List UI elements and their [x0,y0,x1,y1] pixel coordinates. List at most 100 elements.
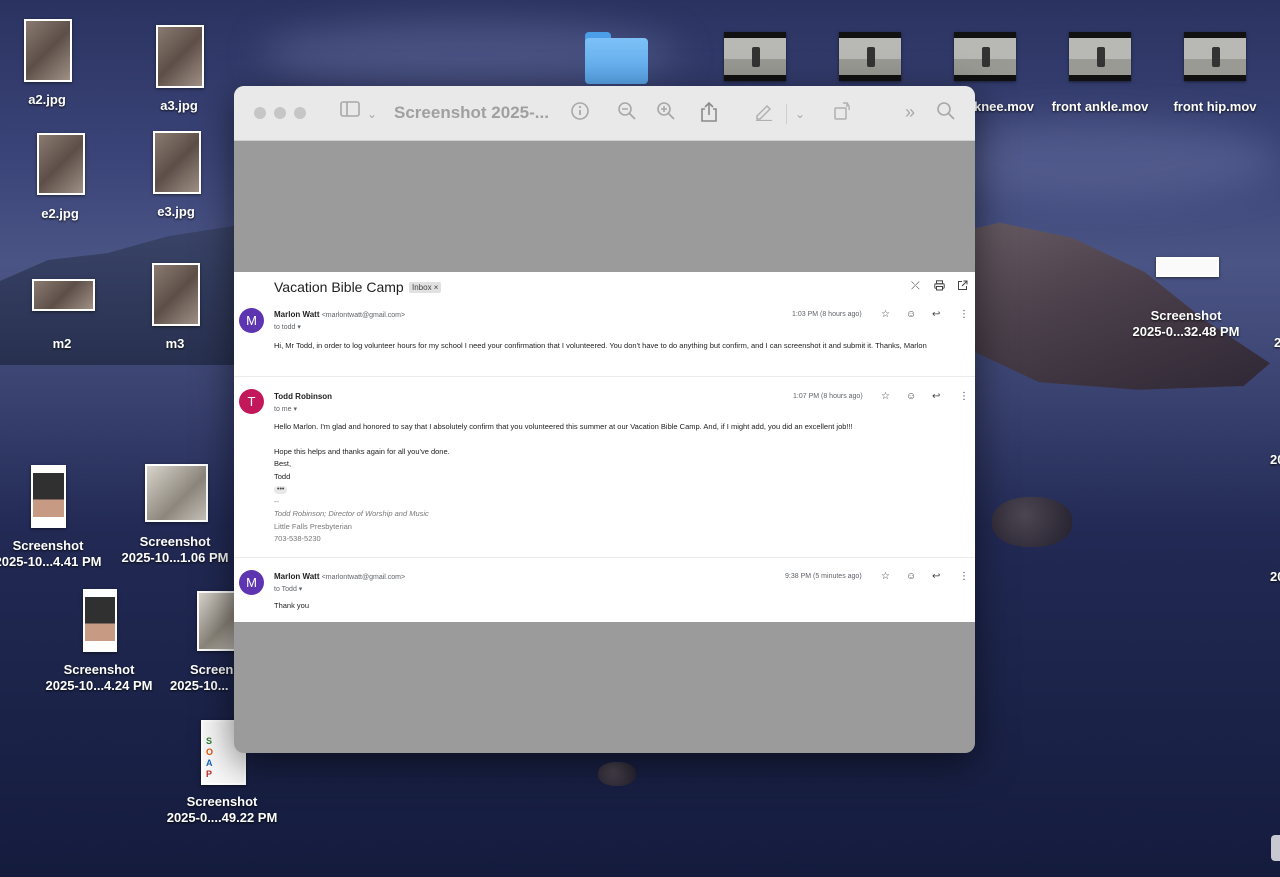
message-divider [234,557,975,558]
preview-window[interactable]: ⌄ Screenshot 2025-... ⌄ » Vacation Bible… [234,86,975,753]
email-document: Vacation Bible Camp Inbox × ⤫ M Marlon W… [234,272,975,622]
zoom-in-icon[interactable] [656,101,676,127]
sender-display-name: Marlon Watt [274,572,320,581]
recipient-dropdown[interactable]: to todd ▾ [274,323,301,331]
video-thumbnail-front-hip[interactable] [1184,32,1246,81]
emoji-reaction-icon[interactable]: ☺ [906,309,916,320]
avatar[interactable]: M [239,308,264,333]
desktop-icon-label-a2[interactable]: a2.jpg [28,92,66,108]
label-line: 2025-10...4.24 PM [45,678,153,693]
label-line: 2025-10... [170,678,229,693]
desktop-icon-label-a3[interactable]: a3.jpg [160,98,198,114]
markup-pen-icon[interactable] [754,101,774,127]
desktop-icon-label-m3[interactable]: m3 [166,336,185,352]
signature-phone: 703-538-5230 [274,534,321,543]
recipient-dropdown[interactable]: to me ▾ [274,405,297,413]
image-thumbnail-screenshot[interactable] [83,589,117,652]
desktop-icon-label-front-ankle[interactable]: front ankle.mov [1052,99,1149,115]
zoom-button[interactable] [294,107,306,119]
desktop-icon-label-screenshot[interactable]: Screenshot 2025-10...4.24 PM [46,662,153,694]
folder-icon[interactable] [585,32,648,84]
desktop-icon-label-screenshot[interactable]: Screenshot 2025-0...32.48 PM [1133,308,1240,340]
show-trimmed-content-button[interactable]: ••• [274,486,288,494]
desktop-edge-widget[interactable] [1271,835,1280,861]
message-timestamp: 9:38 PM (5 minutes ago) [785,573,862,580]
close-button[interactable] [254,107,266,119]
more-options-icon[interactable]: ⋮ [959,309,969,320]
collapse-all-icon[interactable]: ⤫ [911,280,920,293]
video-thumbnail-knee[interactable] [954,32,1016,81]
print-icon[interactable] [934,280,945,294]
doc-thumbnail-letters: SOAP [206,736,214,779]
image-thumbnail-screenshot[interactable] [31,465,66,528]
desktop-icon-label-e3[interactable]: e3.jpg [157,204,195,220]
image-thumbnail-a3[interactable] [156,25,204,88]
desktop-icon-label-screenshot[interactable]: Screenshot 2025-10...4.41 PM [0,538,101,570]
chevron-down-icon[interactable]: ⌄ [795,103,805,125]
recipient-dropdown[interactable]: to Todd ▾ [274,585,302,593]
open-in-new-window-icon[interactable] [957,280,968,294]
label-line: Screenshot [186,794,258,809]
emoji-reaction-icon[interactable]: ☺ [906,571,916,582]
info-icon[interactable] [570,101,590,127]
image-thumbnail-screenshot[interactable] [1156,257,1219,277]
search-icon[interactable] [936,101,956,127]
avatar[interactable]: M [239,570,264,595]
video-thumbnail[interactable] [724,32,786,81]
image-thumbnail-m3[interactable] [152,263,200,326]
emoji-reaction-icon[interactable]: ☺ [906,391,916,402]
chevron-double-right-icon[interactable]: » [905,101,915,123]
minimize-button[interactable] [274,107,286,119]
inbox-label-badge[interactable]: Inbox × [409,282,442,293]
window-titlebar[interactable]: ⌄ Screenshot 2025-... ⌄ » [234,86,975,141]
label-line: 2025-10...1.06 PM [121,550,229,565]
chevron-down-icon[interactable]: ⌄ [367,103,377,125]
avatar[interactable]: T [239,389,264,414]
desktop-icon-label-m2[interactable]: m2 [53,336,72,352]
image-thumbnail-e3[interactable] [153,131,201,194]
message-body: Hello Marlon. I'm glad and honored to sa… [274,421,967,546]
star-icon[interactable]: ☆ [881,571,890,582]
more-options-icon[interactable]: ⋮ [959,391,969,402]
reply-icon[interactable]: ↩ [932,309,940,320]
desktop-rock [992,497,1072,547]
more-options-icon[interactable]: ⋮ [959,571,969,582]
desktop-edge-label[interactable]: 20 [1274,335,1280,351]
desktop-edge-label[interactable]: 20 [1270,569,1280,585]
desktop-icon-label-knee[interactable]: knee.mov [974,99,1034,115]
sidebar-toggle-icon[interactable] [340,101,360,123]
star-icon[interactable]: ☆ [881,309,890,320]
image-thumbnail-e2[interactable] [37,133,85,195]
video-thumbnail[interactable] [839,32,901,81]
star-icon[interactable]: ☆ [881,391,890,402]
image-thumbnail-m2[interactable] [32,279,95,311]
rotate-icon[interactable] [832,101,852,127]
label-line: Screen [190,662,234,677]
share-icon[interactable] [700,101,718,129]
desktop-icon-label-screenshot[interactable]: Screenshot 2025-0....49.22 PM [167,794,278,826]
desktop-edge-label[interactable]: 20 [1270,452,1280,468]
desktop-icon-label-e2[interactable]: e2.jpg [41,206,79,222]
desktop-icon-label-screenshot[interactable]: Screen 2025-10... [170,662,233,694]
label-line: 2025-0...32.48 PM [1132,324,1240,339]
zoom-out-icon[interactable] [617,101,637,127]
reply-icon[interactable]: ↩ [932,391,940,402]
desktop-icon-label-screenshot[interactable]: Screenshot 2025-10...1.06 PM [122,534,229,566]
sender-display-name: Marlon Watt [274,310,320,319]
desktop-icon-label-front-hip[interactable]: front hip.mov [1173,99,1256,115]
message-timestamp: 1:03 PM (8 hours ago) [792,311,862,318]
reply-icon[interactable]: ↩ [932,571,940,582]
message-body: Hi, Mr Todd, in order to log volunteer h… [274,341,927,350]
video-thumbnail-front-ankle[interactable] [1069,32,1131,81]
message-divider [234,376,975,377]
window-title: Screenshot 2025-... [394,103,549,122]
signature-line: Little Falls Presbyterian [274,521,352,531]
label-line: Screenshot [12,538,84,553]
image-thumbnail-screenshot[interactable] [145,464,208,522]
message-timestamp: 1:07 PM (8 hours ago) [793,393,863,400]
sender-name: Todd Robinson [274,392,333,401]
signature-line: Todd Robinson; Director of Worship and M… [274,509,429,518]
toolbar-divider [786,104,787,124]
label-line: 2025-0....49.22 PM [166,810,278,825]
image-thumbnail-a2[interactable] [24,19,72,82]
